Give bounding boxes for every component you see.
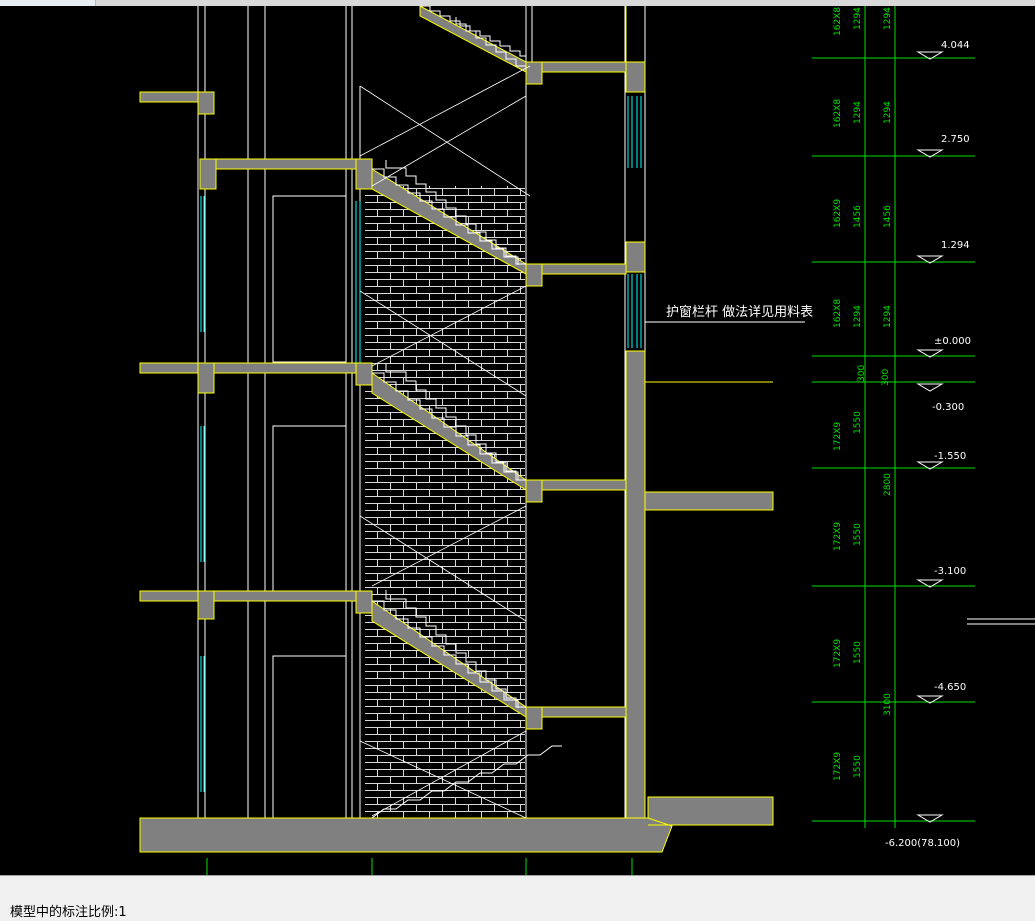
door-openings (272, 195, 347, 819)
dim-text: 1294 (853, 101, 863, 124)
dim-text: 1456 (883, 205, 893, 228)
dim-text: 300 (881, 369, 891, 386)
level-label: 4.044 (941, 40, 970, 51)
dim-text: 1294 (883, 101, 893, 124)
dim-text: 172X9 (833, 752, 843, 781)
level-label: 1.294 (941, 240, 970, 251)
dim-text: 3100 (883, 693, 893, 716)
cad-section-drawing: 护窗栏杆 做法详见用料表 4.044 2.750 1.294 ±0.000 -0 (139, 6, 1035, 875)
dim-text: 162X9 (833, 199, 843, 228)
level-label: -4.650 (934, 682, 966, 693)
level-label: ±0.000 (934, 336, 971, 347)
brick-infill (365, 186, 525, 818)
level-markers (916, 51, 944, 823)
dim-text: 1294 (853, 7, 863, 30)
dim-text: 172X9 (833, 522, 843, 551)
level-label: -6.200(78.100) (885, 838, 960, 849)
level-label: 2.750 (941, 134, 970, 145)
drawing-canvas[interactable]: 护窗栏杆 做法详见用料表 4.044 2.750 1.294 ±0.000 -0 (0, 6, 1035, 875)
dim-text: 1294 (883, 305, 893, 328)
dim-text: 2800 (883, 473, 893, 496)
dim-text: 1294 (853, 305, 863, 328)
axis-ticks (206, 858, 633, 875)
dimension-texts: 162X8 162X8 162X9 162X8 300 172X9 172X9 … (833, 7, 893, 781)
dim-text: 162X8 (833, 299, 843, 328)
dim-text: 172X9 (833, 422, 843, 451)
level-labels: 4.044 2.750 1.294 ±0.000 -0.300 -1.550 -… (885, 40, 971, 849)
dim-text: 1456 (853, 205, 863, 228)
dim-text: 1550 (853, 755, 863, 778)
level-lines (625, 6, 773, 826)
dim-text: 172X9 (833, 639, 843, 668)
dim-text: 1550 (853, 641, 863, 664)
level-label: -0.300 (932, 402, 964, 413)
level-label: -1.550 (934, 451, 966, 462)
dim-text: 1550 (853, 411, 863, 434)
dimension-lines (812, 6, 1035, 828)
annotation: 护窗栏杆 做法详见用料表 (645, 304, 813, 323)
dim-text: 162X8 (833, 99, 843, 128)
level-label: -3.100 (934, 566, 966, 577)
dim-text: 1550 (853, 523, 863, 546)
status-bar: 模型中的标注比例:1 (0, 875, 1035, 921)
dim-text: 300 (857, 365, 867, 382)
dim-text: 1294 (883, 7, 893, 30)
annotation-scale-status: 模型中的标注比例:1 (10, 905, 127, 920)
dim-text: 162X8 (833, 7, 843, 36)
note-text: 护窗栏杆 做法详见用料表 (666, 304, 813, 320)
